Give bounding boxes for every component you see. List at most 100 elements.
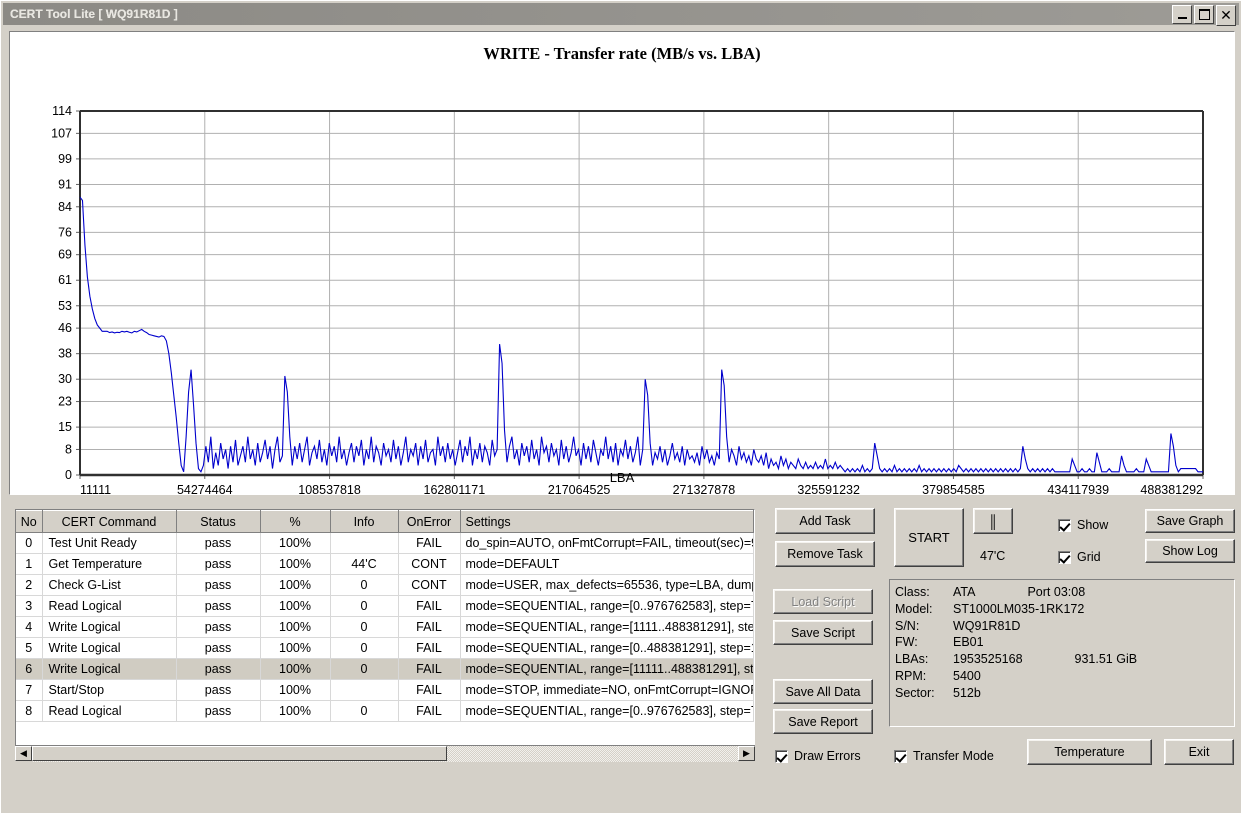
cell-onerror: FAIL <box>398 616 461 638</box>
cell-settings: mode=DEFAULT <box>460 553 754 575</box>
table-header-onerror[interactable]: OnError <box>398 510 461 533</box>
show-checkbox-box[interactable] <box>1058 518 1071 532</box>
cell-status: pass <box>176 658 261 680</box>
drive-model-row: Model: ST1000LM035-1RK172 <box>895 601 1234 618</box>
title-bar: CERT Tool Lite [ WQ91R81D ] ✕ <box>3 3 1239 26</box>
save-report-button[interactable]: Save Report <box>773 709 873 734</box>
cell-cmd: Read Logical <box>42 700 177 722</box>
table-row[interactable]: 8 Read Logical pass 100% 0 FAIL mode=SEQUENTIA… <box>16 700 754 722</box>
lbas-value: 1953525168 <box>953 652 1023 667</box>
drive-sector-row: Sector: 512b <box>895 685 1234 702</box>
temperature-button[interactable]: Temperature <box>1027 739 1152 765</box>
cell-onerror: FAIL <box>398 700 461 722</box>
save-all-data-button[interactable]: Save All Data <box>773 679 873 704</box>
cell-pct: 100% <box>260 637 331 659</box>
cell-cmd: Write Logical <box>42 658 177 680</box>
cell-settings: mode=SEQUENTIAL, range=[0..976762583], s… <box>460 700 754 722</box>
cell-onerror: FAIL <box>398 679 461 701</box>
remove-task-button[interactable]: Remove Task <box>775 541 875 567</box>
show-checkbox[interactable]: Show <box>1058 518 1108 532</box>
table-header-cert-command[interactable]: CERT Command <box>42 510 177 533</box>
drive-fw-row: FW: EB01 <box>895 634 1234 651</box>
fw-key: FW: <box>895 635 918 650</box>
pause-button[interactable]: ║ <box>973 508 1013 534</box>
transfer-rate-chart: 0815233038465361697684919910711411111 542… <box>51 104 1204 496</box>
table-header-status[interactable]: Status <box>176 510 261 533</box>
table-header-row: No CERT Command Status% Info OnError Settings <box>16 510 754 533</box>
cell-no: 0 <box>16 532 43 554</box>
table-header-settings[interactable]: Settings <box>460 510 754 533</box>
close-icon[interactable]: ✕ <box>1216 5 1236 26</box>
device-temperature-label: 47'C <box>980 549 1006 563</box>
table-row[interactable]: 2 Check G-List pass 100% 0 CONT mode=USER, max… <box>16 574 754 596</box>
grid-checkbox-box[interactable] <box>1058 550 1071 564</box>
svg-text:8: 8 <box>65 442 72 456</box>
table-row[interactable]: 5 Write Logical pass 100% 0 FAIL mode=SEQUENTI… <box>16 637 754 659</box>
table-row[interactable]: 6 Write Logical pass 100% 0 FAIL mode=SEQUENTI… <box>16 658 754 680</box>
table-row[interactable]: 0 Test Unit Ready pass 100% FAIL do_spin=AUTO… <box>16 532 754 554</box>
save-graph-button[interactable]: Save Graph <box>1145 509 1235 533</box>
cell-info <box>330 532 399 554</box>
maximize-button[interactable] <box>1194 5 1214 24</box>
minimize-button[interactable] <box>1172 5 1192 24</box>
table-header-info[interactable]: Info <box>330 510 399 533</box>
cell-status: pass <box>176 574 261 596</box>
drive-rpm-row: RPM: 5400 <box>895 668 1234 685</box>
class-key: Class: <box>895 585 930 599</box>
cell-onerror: FAIL <box>398 532 461 554</box>
lbas-key: LBAs: <box>895 652 929 667</box>
transfer-mode-checkbox-box[interactable] <box>894 749 907 763</box>
scroll-left-icon[interactable]: ◀ <box>15 746 32 761</box>
cell-settings: mode=SEQUENTIAL, range=[11111..488381291… <box>460 658 754 680</box>
svg-text:76: 76 <box>58 225 72 239</box>
cell-settings: mode=STOP, immediate=NO, onFmtCorrupt=IG… <box>460 679 754 701</box>
draw-errors-checkbox[interactable]: Draw Errors <box>775 749 861 763</box>
drive-sn-row: S/N: WQ91R81D <box>895 618 1234 635</box>
svg-text:61: 61 <box>58 273 72 287</box>
start-button[interactable]: START <box>894 508 964 567</box>
table-row[interactable]: 4 Write Logical pass 100% 0 FAIL mode=SEQUENTI… <box>16 616 754 638</box>
port-value: Port 03:08 <box>1027 585 1086 599</box>
save-script-button[interactable]: Save Script <box>773 620 873 645</box>
draw-errors-checkbox-box[interactable] <box>775 749 788 763</box>
fw-value: EB01 <box>953 635 984 650</box>
table-header-no[interactable]: No <box>16 510 43 533</box>
table-row[interactable]: 1 Get Temperature pass 100% 44'C CONT mode=DEF… <box>16 553 754 575</box>
class-value: ATA <box>953 585 976 599</box>
exit-button[interactable]: Exit <box>1164 739 1234 765</box>
drive-lbas-row: LBAs: 1953525168 931.51 GiB <box>895 651 1234 668</box>
sn-key: S/N: <box>895 618 920 633</box>
cell-no: 1 <box>16 553 43 575</box>
add-task-button[interactable]: Add Task <box>775 508 875 534</box>
cell-cmd: Write Logical <box>42 637 177 659</box>
main-window: CERT Tool Lite [ WQ91R81D ] ✕ WRITE - Tr… <box>0 0 1242 814</box>
table-row[interactable]: 3 Read Logical pass 100% 0 FAIL mode=SEQUENTIA… <box>16 595 754 617</box>
cell-pct: 100% <box>260 532 331 554</box>
svg-text:53: 53 <box>58 299 72 313</box>
table-row[interactable]: 7 Start/Stop pass 100% FAIL mode=STOP, immedi… <box>16 679 754 701</box>
cell-info: 0 <box>330 700 399 722</box>
table-header--[interactable]: % <box>260 510 331 533</box>
cell-onerror: FAIL <box>398 658 461 680</box>
scroll-right-icon[interactable]: ▶ <box>738 746 755 761</box>
scrollbar-thumb[interactable] <box>32 746 447 761</box>
cell-no: 6 <box>16 658 43 680</box>
svg-text:84: 84 <box>58 200 72 214</box>
transfer-mode-checkbox[interactable]: Transfer Mode <box>894 749 994 763</box>
cell-pct: 100% <box>260 658 331 680</box>
transfer-mode-label: Transfer Mode <box>913 749 994 763</box>
cell-no: 7 <box>16 679 43 701</box>
table-horizontal-scrollbar[interactable]: ◀ ▶ <box>15 745 755 762</box>
show-log-button[interactable]: Show Log <box>1145 539 1235 563</box>
svg-text:30: 30 <box>58 372 72 386</box>
cell-pct: 100% <box>260 616 331 638</box>
task-table-panel[interactable]: No CERT Command Status% Info OnError Settings… <box>15 509 755 760</box>
grid-checkbox[interactable]: Grid <box>1058 550 1101 564</box>
show-checkbox-label: Show <box>1077 518 1109 532</box>
cell-settings: mode=USER, max_defects=65536, type=LBA, … <box>460 574 754 596</box>
cell-no: 5 <box>16 637 43 659</box>
cell-onerror: CONT <box>398 574 461 596</box>
drive-info-panel: Class: ATA Port 03:08 Model: ST1000LM035… <box>889 579 1235 727</box>
cell-pct: 100% <box>260 574 331 596</box>
model-value: ST1000LM035-1RK172 <box>953 601 1085 616</box>
